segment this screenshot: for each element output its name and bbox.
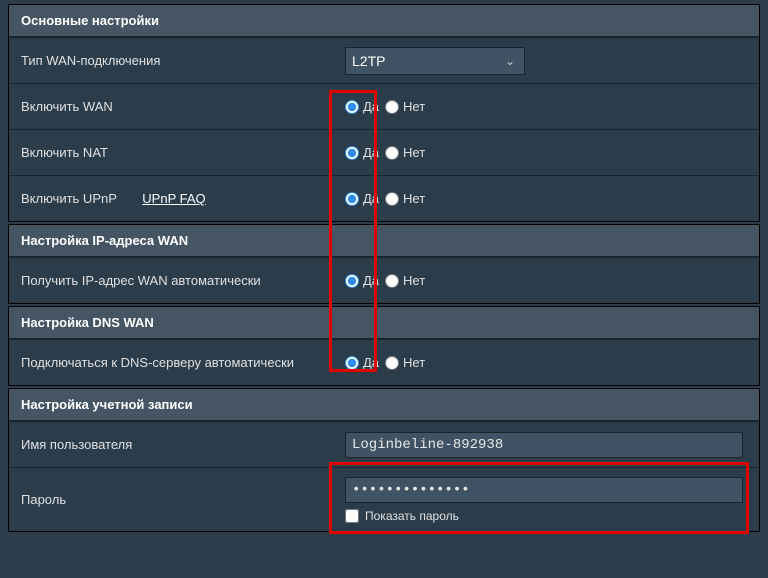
radio-enable-upnp-yes[interactable] [345, 192, 359, 206]
link-upnp-faq[interactable]: UPnP FAQ [142, 191, 205, 206]
section-header-basic: Основные настройки [9, 5, 759, 37]
row-enable-nat: Включить NAT Да Нет [9, 129, 759, 175]
radio-label-no: Нет [403, 99, 425, 114]
radio-get-ip-auto-no[interactable] [385, 274, 399, 288]
row-dns-auto: Подключаться к DNS-серверу автоматически… [9, 339, 759, 385]
section-account: Настройка учетной записи Имя пользовател… [8, 388, 760, 532]
label-show-password: Показать пароль [365, 509, 459, 523]
row-username: Имя пользователя [9, 421, 759, 467]
radio-label-yes: Да [363, 99, 379, 114]
label-dns-auto: Подключаться к DNS-серверу автоматически [9, 345, 337, 380]
section-ip-wan: Настройка IP-адреса WAN Получить IP-адре… [8, 224, 760, 304]
label-get-ip-auto: Получить IP-адрес WAN автоматически [9, 263, 337, 298]
radio-label-yes: Да [363, 355, 379, 370]
label-username: Имя пользователя [9, 427, 337, 462]
row-wan-type: Тип WAN-подключения L2TP ⌄ [9, 37, 759, 83]
section-header-dns-wan: Настройка DNS WAN [9, 307, 759, 339]
row-enable-upnp: Включить UPnP UPnP FAQ Да Нет [9, 175, 759, 221]
label-enable-nat: Включить NAT [9, 135, 337, 170]
radio-dns-auto-yes[interactable] [345, 356, 359, 370]
section-dns-wan: Настройка DNS WAN Подключаться к DNS-сер… [8, 306, 760, 386]
select-wan-type[interactable]: L2TP [345, 47, 525, 75]
radio-enable-nat-no[interactable] [385, 146, 399, 160]
settings-panel: Основные настройки Тип WAN-подключения L… [0, 0, 768, 532]
label-enable-wan: Включить WAN [9, 89, 337, 124]
radio-label-yes: Да [363, 191, 379, 206]
radio-get-ip-auto-yes[interactable] [345, 274, 359, 288]
radio-enable-wan-yes[interactable] [345, 100, 359, 114]
input-username[interactable] [345, 432, 743, 458]
section-basic-settings: Основные настройки Тип WAN-подключения L… [8, 4, 760, 222]
radio-label-no: Нет [403, 191, 425, 206]
label-enable-upnp: Включить UPnP UPnP FAQ [9, 181, 337, 216]
radio-label-yes: Да [363, 145, 379, 160]
row-get-ip-auto: Получить IP-адрес WAN автоматически Да Н… [9, 257, 759, 303]
row-password: Пароль Показать пароль [9, 467, 759, 531]
row-enable-wan: Включить WAN Да Нет [9, 83, 759, 129]
radio-label-no: Нет [403, 355, 425, 370]
radio-enable-wan-no[interactable] [385, 100, 399, 114]
radio-enable-upnp-no[interactable] [385, 192, 399, 206]
radio-label-no: Нет [403, 145, 425, 160]
radio-dns-auto-no[interactable] [385, 356, 399, 370]
section-header-account: Настройка учетной записи [9, 389, 759, 421]
input-password[interactable] [345, 477, 743, 503]
radio-enable-nat-yes[interactable] [345, 146, 359, 160]
label-password: Пароль [9, 482, 337, 517]
radio-label-no: Нет [403, 273, 425, 288]
label-wan-type: Тип WAN-подключения [9, 43, 337, 78]
checkbox-show-password[interactable] [345, 509, 359, 523]
section-header-ip-wan: Настройка IP-адреса WAN [9, 225, 759, 257]
radio-label-yes: Да [363, 273, 379, 288]
